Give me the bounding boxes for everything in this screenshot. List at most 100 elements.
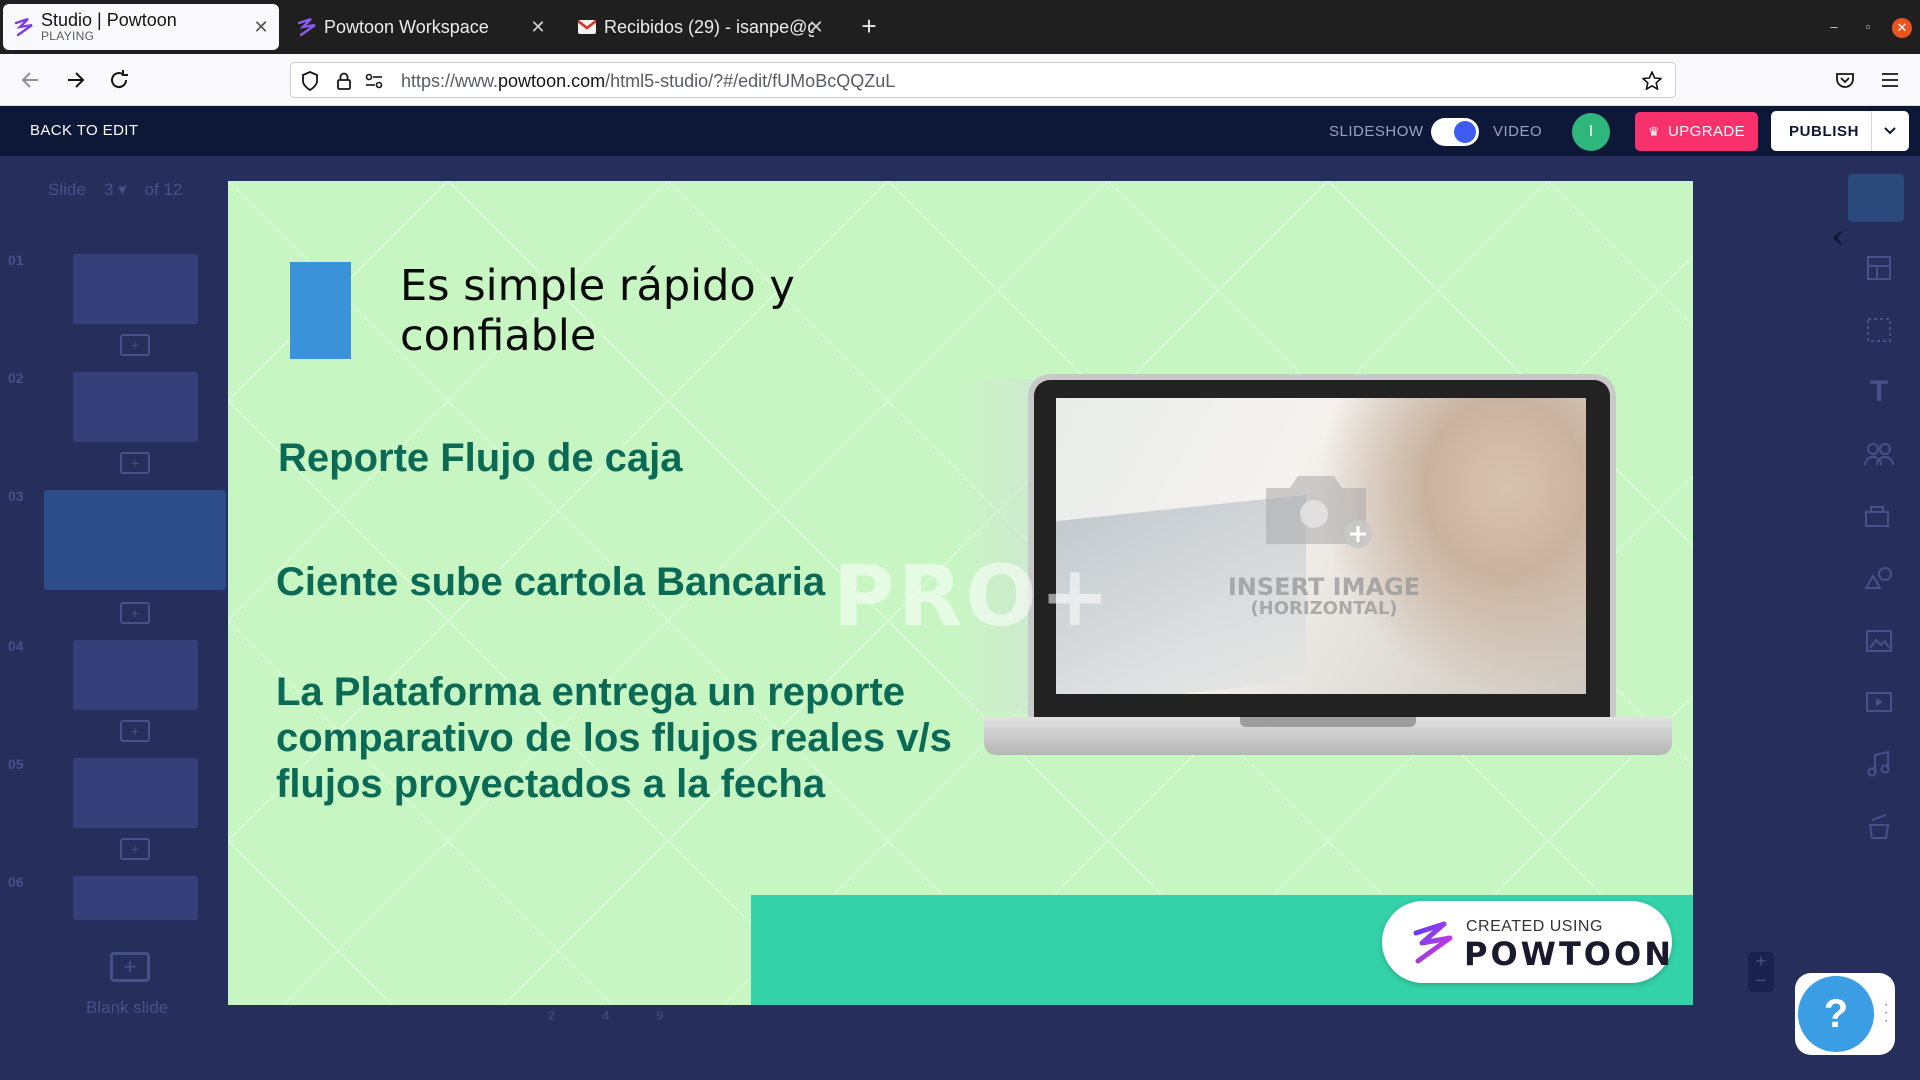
more-icon[interactable]: · · · bbox=[1884, 997, 1889, 1029]
specials-tool-icon[interactable] bbox=[1862, 809, 1896, 843]
image-placeholder[interactable]: INSERT IMAGE (HORIZONTAL) bbox=[1056, 398, 1586, 694]
bullet-text: Ciente sube cartola Bancaria bbox=[276, 560, 826, 604]
shapes-tool-icon[interactable] bbox=[1862, 561, 1896, 595]
new-tab-button[interactable]: + bbox=[858, 12, 880, 40]
powtoon-logo-icon bbox=[296, 16, 318, 38]
slideshow-video-toggle[interactable] bbox=[1431, 118, 1479, 146]
slide-thumbnail[interactable] bbox=[73, 640, 198, 710]
video-tool-icon[interactable] bbox=[1862, 685, 1896, 719]
add-slide-icon[interactable]: + bbox=[120, 452, 150, 474]
slide-total: of 12 bbox=[144, 180, 183, 199]
close-window-icon[interactable]: ✕ bbox=[1892, 18, 1912, 38]
insert-image-label: INSERT IMAGE (HORIZONTAL) bbox=[1174, 573, 1474, 620]
back-to-edit-button[interactable]: BACK TO EDIT bbox=[30, 122, 138, 139]
pocket-icon[interactable] bbox=[1830, 65, 1860, 95]
tab-studio-powtoon[interactable]: Studio | Powtoon PLAYING ✕ bbox=[3, 4, 279, 50]
thumb-number: 03 bbox=[8, 488, 24, 504]
insert-image-text: INSERT IMAGE bbox=[1227, 573, 1421, 601]
add-slide-icon[interactable]: + bbox=[120, 334, 150, 356]
tab-title: Studio | Powtoon bbox=[41, 10, 177, 30]
blank-slide-button[interactable]: + bbox=[110, 952, 150, 982]
slide-number-select[interactable]: 3 ▾ bbox=[104, 180, 127, 200]
shield-icon[interactable] bbox=[299, 70, 321, 92]
url-text[interactable]: https://www.powtoon.com/html5-studio/?#/… bbox=[401, 71, 895, 92]
slide-thumbnail-active[interactable] bbox=[44, 490, 226, 590]
character-tool-icon[interactable] bbox=[1848, 174, 1904, 222]
thumb-number: 05 bbox=[8, 756, 24, 772]
bullet-text: Reporte Flujo de caja bbox=[278, 436, 683, 480]
timeline-number: 2 bbox=[548, 1008, 556, 1023]
props-tool-icon[interactable] bbox=[1862, 499, 1896, 533]
chevron-down-icon[interactable] bbox=[1879, 120, 1901, 142]
tab-recibidos[interactable]: Recibidos (29) - isanpe@g ✕ bbox=[566, 4, 834, 50]
background-tool-icon[interactable] bbox=[1862, 313, 1896, 347]
video-mode-label[interactable]: VIDEO bbox=[1493, 123, 1542, 140]
laptop-frame: INSERT IMAGE (HORIZONTAL) bbox=[1028, 374, 1616, 722]
permissions-icon[interactable] bbox=[363, 70, 385, 92]
lock-icon[interactable] bbox=[333, 70, 355, 92]
text-tool-icon[interactable]: T bbox=[1862, 375, 1896, 409]
tab-title: Recibidos (29) - isanpe@g bbox=[604, 16, 814, 37]
star-icon[interactable] bbox=[1641, 70, 1663, 92]
slide-thumbnail[interactable] bbox=[73, 254, 198, 324]
slide-canvas: Es simple rápido y confiable Reporte Flu… bbox=[228, 181, 1693, 1005]
publish-label: PUBLISH bbox=[1789, 123, 1860, 140]
avatar[interactable]: I bbox=[1572, 113, 1610, 151]
url-prefix: https://www. bbox=[401, 71, 499, 91]
thumb-number: 01 bbox=[8, 252, 24, 268]
upgrade-button[interactable]: ♛ UPGRADE bbox=[1635, 112, 1758, 151]
pro-plus-watermark: PRO+ bbox=[833, 547, 1114, 645]
layout-tool-icon[interactable] bbox=[1862, 251, 1896, 285]
minimize-icon[interactable]: – bbox=[1822, 15, 1846, 39]
slide-thumbnail[interactable] bbox=[73, 876, 198, 920]
help-icon[interactable]: ? bbox=[1798, 976, 1874, 1052]
created-using-powtoon-badge[interactable]: CREATED USING POWTOON bbox=[1382, 901, 1672, 983]
add-slide-icon[interactable]: + bbox=[120, 720, 150, 742]
music-tool-icon[interactable] bbox=[1862, 747, 1896, 781]
powtoon-logo-icon bbox=[13, 16, 35, 38]
accent-square bbox=[290, 262, 351, 359]
laptop-notch bbox=[1240, 717, 1416, 727]
powtoon-top-bar: BACK TO EDIT SLIDESHOW VIDEO I ♛ UPGRADE… bbox=[0, 106, 1920, 156]
characters-tool-icon[interactable] bbox=[1862, 437, 1896, 471]
add-slide-icon[interactable]: + bbox=[120, 838, 150, 860]
url-domain: powtoon.com bbox=[498, 71, 606, 91]
menu-icon[interactable] bbox=[1875, 65, 1905, 95]
slide-current: 3 bbox=[103, 180, 114, 199]
powtoon-logo-icon bbox=[1413, 921, 1453, 964]
close-tab-icon[interactable]: ✕ bbox=[251, 17, 271, 37]
badge-brand: POWTOON bbox=[1464, 935, 1674, 973]
slide-thumbnail[interactable] bbox=[73, 758, 198, 828]
help-button[interactable]: ? · · · bbox=[1795, 973, 1895, 1055]
insert-image-orientation: (HORIZONTAL) bbox=[1250, 598, 1398, 619]
close-tab-icon[interactable]: ✕ bbox=[528, 17, 548, 37]
chevron-left-icon[interactable] bbox=[1826, 226, 1850, 250]
upgrade-label: UPGRADE bbox=[1668, 123, 1746, 140]
back-icon[interactable] bbox=[16, 65, 46, 95]
slide-title: Es simple rápido y confiable bbox=[400, 261, 795, 361]
tab-title: Powtoon Workspace bbox=[324, 16, 489, 37]
thumb-number: 06 bbox=[8, 874, 24, 890]
publish-divider bbox=[1871, 111, 1872, 151]
slide-label: Slide bbox=[48, 180, 86, 199]
reload-icon[interactable] bbox=[104, 65, 134, 95]
gmail-icon bbox=[576, 16, 598, 38]
forward-icon[interactable] bbox=[60, 65, 90, 95]
camera-plus-icon bbox=[1266, 476, 1372, 548]
timeline-number: 4 bbox=[602, 1008, 610, 1023]
slideshow-mode-label[interactable]: SLIDESHOW bbox=[1329, 123, 1424, 140]
toggle-knob bbox=[1454, 121, 1476, 143]
zoom-control[interactable]: + – bbox=[1748, 952, 1774, 992]
browser-nav-bar: https://www.powtoon.com/html5-studio/?#/… bbox=[0, 54, 1920, 106]
tab-powtoon-workspace[interactable]: Powtoon Workspace ✕ bbox=[286, 4, 556, 50]
slide-thumbnail[interactable] bbox=[73, 372, 198, 442]
url-bar[interactable]: https://www.powtoon.com/html5-studio/?#/… bbox=[290, 62, 1676, 98]
images-tool-icon[interactable] bbox=[1862, 623, 1896, 657]
add-slide-icon[interactable]: + bbox=[120, 602, 150, 624]
close-tab-icon[interactable]: ✕ bbox=[806, 17, 826, 37]
maximize-icon[interactable]: ▫ bbox=[1856, 15, 1880, 39]
bullet-text: La Plataforma entrega un reporte compara… bbox=[276, 670, 952, 806]
publish-button[interactable]: PUBLISH bbox=[1771, 111, 1909, 151]
crown-icon: ♛ bbox=[1647, 123, 1661, 139]
thumb-number: 04 bbox=[8, 638, 24, 654]
